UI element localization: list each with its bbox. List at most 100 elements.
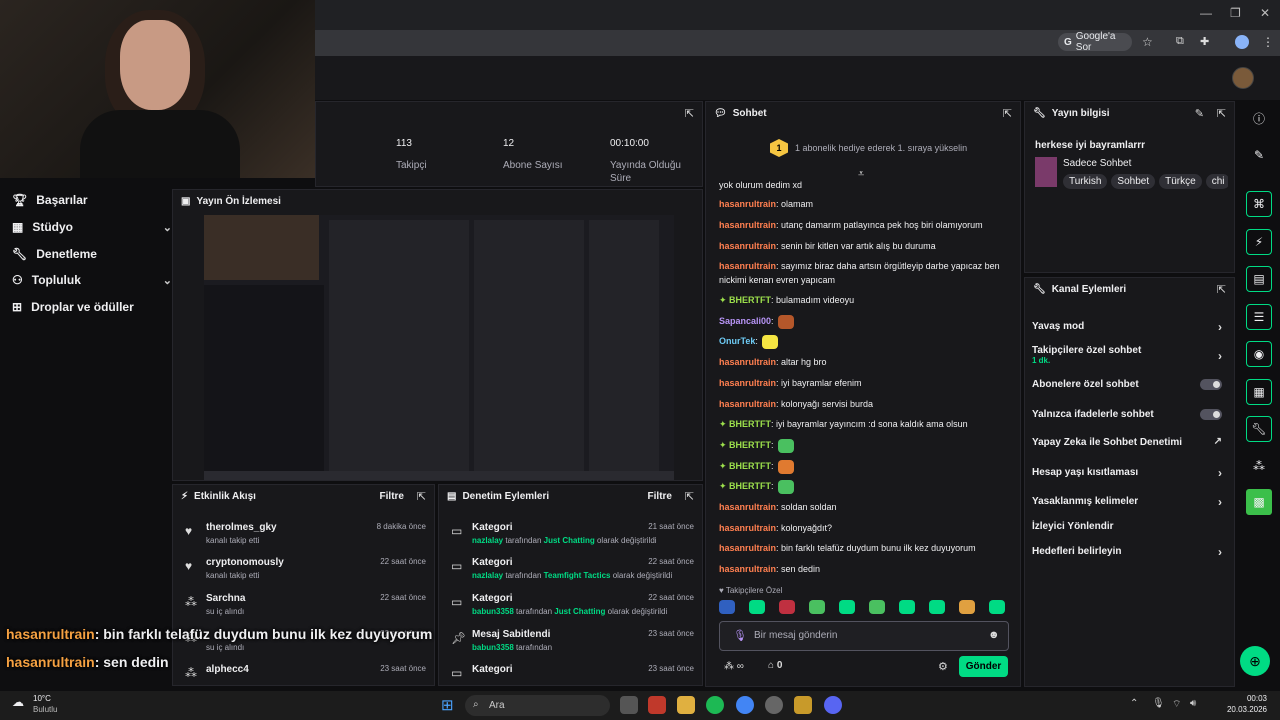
clock-time[interactable]: 00:03 <box>1209 694 1267 703</box>
chat-message[interactable]: hasanrultrain: kolonyağdıt? <box>719 521 1011 535</box>
google-ask-button[interactable]: G Google'a Sor <box>1058 31 1132 53</box>
chat-username[interactable]: BHERTFT <box>729 419 771 429</box>
chat-message[interactable]: ✦ BHERTFT: <box>719 479 1011 494</box>
emote[interactable] <box>899 600 915 614</box>
sidebar-item-achievements[interactable]: 🏆︎ Başarılar <box>12 193 172 207</box>
emoji-icon[interactable]: ☻ <box>988 629 1000 641</box>
chat-username[interactable]: BHERTFT <box>729 461 771 471</box>
broadcast-icon[interactable]: ◉ <box>1246 341 1272 367</box>
edit-icon[interactable]: ✎ <box>1195 107 1204 120</box>
info-icon[interactable]: ⓘ <box>1246 105 1272 131</box>
list-item[interactable]: ♥ cryptonomously kanalı takip etti 22 saat … <box>185 555 426 589</box>
task-view-icon[interactable] <box>620 696 638 714</box>
chat-message[interactable]: hasanrultrain: soldan soldan <box>719 500 1011 514</box>
chat-username[interactable]: hasanrultrain <box>719 199 776 209</box>
tag[interactable]: Sohbet <box>1111 174 1156 189</box>
list-item[interactable]: ▭ Kategori babun3358 tarafından Just Chatt… <box>451 591 694 625</box>
translate-icon[interactable]: ⧉ <box>1176 35 1184 48</box>
action-emote-only[interactable]: Yalnızca ifadelerle sohbet <box>1032 409 1226 420</box>
popout-icon[interactable]: ⇱ <box>417 490 426 503</box>
emote[interactable] <box>809 600 825 614</box>
tag[interactable]: Türkçe <box>1159 174 1202 189</box>
filter-button[interactable]: Filtre <box>648 491 672 502</box>
popout-icon[interactable]: ⇱ <box>1003 107 1012 120</box>
mic-icon[interactable]: 🎙︎ <box>733 629 747 642</box>
action-goals[interactable]: Hedefleri belirleyin › <box>1032 545 1226 559</box>
emote[interactable] <box>959 600 975 614</box>
chat-icon[interactable]: ☰ <box>1246 304 1272 330</box>
chat-input[interactable]: Bir mesaj gönderin <box>719 621 1009 651</box>
spotify-icon[interactable] <box>706 696 724 714</box>
notes-icon[interactable]: ▤ <box>1246 266 1272 292</box>
emote[interactable] <box>719 600 735 614</box>
chat-username[interactable]: hasanrultrain <box>719 261 776 271</box>
chat-username[interactable]: hasanrultrain <box>719 378 776 388</box>
emote[interactable] <box>779 600 795 614</box>
chat-username[interactable]: hasanrultrain <box>719 523 776 533</box>
lol-icon[interactable] <box>794 696 812 714</box>
chat-message[interactable]: Sapancali00: <box>719 314 1011 329</box>
list-item[interactable]: ⁂ Sarchna su iç alındı 22 saat önce <box>185 591 426 625</box>
chat-username[interactable]: hasanrultrain <box>719 564 776 574</box>
star-icon[interactable]: ☆ <box>1142 35 1153 49</box>
filter-button[interactable]: Filtre <box>380 491 404 502</box>
gift-banner[interactable]: 1 1 abonelik hediye ederek 1. sıraya yük… <box>770 139 967 157</box>
extension-icon[interactable]: ▩ <box>1246 489 1272 515</box>
action-subs-only[interactable]: Abonelere özel sohbet <box>1032 379 1226 390</box>
chat-username[interactable]: hasanrultrain <box>719 543 776 553</box>
chat-message[interactable]: hasanrultrain: sen dedin <box>719 562 1011 576</box>
chat-message[interactable]: ✦ BHERTFT: iyi bayramlar yayıncım :d son… <box>719 417 1011 431</box>
sidebar-item-community[interactable]: ⚇ Topluluk ⌄ <box>12 273 172 287</box>
chat-username[interactable]: OnurTek <box>719 336 755 346</box>
emote[interactable] <box>777 459 794 474</box>
points-infinity-icon[interactable]: ⁂ ∞ <box>724 661 744 672</box>
points-icon[interactable]: ⁂ <box>1246 453 1272 479</box>
action-followers-only[interactable]: Takipçilere özel sohbet 1 dk. › <box>1032 345 1226 365</box>
action-account-age[interactable]: Hesap yaşı kısıtlaması › <box>1032 466 1226 480</box>
popout-icon[interactable]: ⇱ <box>1217 283 1226 296</box>
chat-username[interactable]: hasanrultrain <box>719 357 776 367</box>
emote[interactable] <box>777 438 794 453</box>
minimize-icon[interactable]: — <box>1200 6 1212 20</box>
chat-username[interactable]: BHERTFT <box>729 481 771 491</box>
emote[interactable] <box>869 600 885 614</box>
chat-username[interactable]: BHERTFT <box>729 295 771 305</box>
volume-icon[interactable]: 🔊︎ <box>1190 698 1196 709</box>
list-item[interactable]: 📌︎ Mesaj Sabitlendi babun3358 tarafından 23… <box>451 627 694 661</box>
sidebar-item-drops[interactable]: ⊞ Droplar ve ödüller <box>12 300 172 314</box>
chat-message[interactable]: hasanrultrain: utanç damarım patlayınca … <box>719 218 1011 232</box>
chat-username[interactable]: hasanrultrain <box>719 220 776 230</box>
avatar[interactable] <box>1232 67 1254 89</box>
action-blocked-terms[interactable]: Yasaklanmış kelimeler › <box>1032 495 1226 509</box>
discord-icon[interactable] <box>824 696 842 714</box>
popout-icon[interactable]: ⇱ <box>1217 107 1226 120</box>
settings-icon[interactable]: ⚙︎ <box>938 660 948 673</box>
extensions-icon[interactable]: ✚ <box>1200 35 1209 48</box>
list-item[interactable]: ▭ Kategori nazlalay tarafından Just Chatti… <box>451 520 694 554</box>
tag[interactable]: chi <box>1205 174 1228 189</box>
chat-username[interactable]: Sapancali00 <box>719 316 771 326</box>
popout-icon[interactable]: ⇱ <box>685 490 694 503</box>
chat-message[interactable]: hasanrultrain: senin bir kitlen var artı… <box>719 239 1011 253</box>
emote[interactable] <box>777 479 794 494</box>
emote[interactable] <box>761 334 778 349</box>
menu-icon[interactable]: ⋮ <box>1262 35 1274 49</box>
chat-message[interactable]: OnurTek: <box>719 334 1011 349</box>
chat-message[interactable]: ✦ BHERTFT: <box>719 459 1011 474</box>
emote[interactable] <box>929 600 945 614</box>
send-button[interactable]: Gönder <box>959 656 1008 677</box>
chat-username[interactable]: BHERTFT <box>729 440 771 450</box>
emote[interactable] <box>749 600 765 614</box>
chat-message[interactable]: hasanrultrain: bin farklı telafüz duydum… <box>719 541 1011 555</box>
action-ai-moderation[interactable]: Yapay Zeka ile Sohbet Denetimi ↗ <box>1032 436 1226 448</box>
lightning-icon[interactable]: ⚡︎ <box>1246 229 1272 255</box>
chrome-icon[interactable] <box>736 696 754 714</box>
emote[interactable] <box>839 600 855 614</box>
chat-message[interactable]: hasanrultrain: iyi bayramlar efenim <box>719 376 1011 390</box>
chat-message[interactable]: hasanrultrain: altar hg bro <box>719 355 1011 369</box>
chat-message[interactable]: ✦ BHERTFT: bulamadım videoyu <box>719 293 1011 307</box>
sidebar-item-studio[interactable]: ▦ Stüdyo ⌄ <box>12 220 172 234</box>
emote[interactable] <box>989 600 1005 614</box>
wrench-icon[interactable]: 🔧︎ <box>1246 416 1272 442</box>
chat-message[interactable]: hasanrultrain: kolonyağı servisi burda <box>719 397 1011 411</box>
